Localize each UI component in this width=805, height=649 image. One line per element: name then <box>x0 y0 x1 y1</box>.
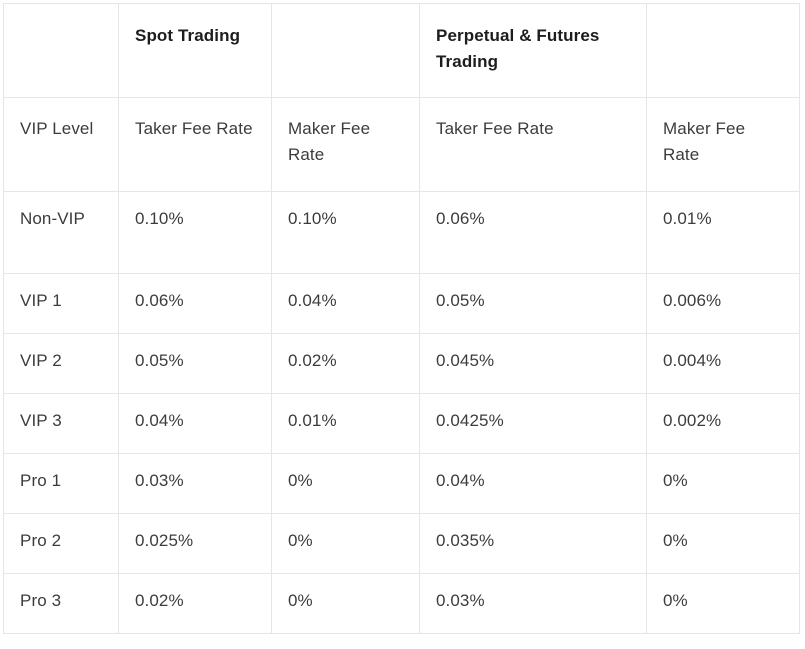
cell-vip-level: Pro 1 <box>3 453 119 514</box>
table-row: Pro 3 0.02% 0% 0.03% 0% <box>3 573 800 634</box>
column-header-spot-maker-fee-rate: Maker Fee Rate <box>271 97 420 192</box>
cell-spot-maker: 0% <box>271 513 420 574</box>
table-row: Pro 2 0.025% 0% 0.035% 0% <box>3 513 800 574</box>
trading-fee-table: Spot Trading Perpetual & Futures Trading… <box>3 3 800 634</box>
cell-perp-taker: 0.06% <box>419 191 647 274</box>
cell-vip-level: VIP 1 <box>3 273 119 334</box>
group-header-spot-trading: Spot Trading <box>118 3 272 98</box>
cell-spot-taker: 0.025% <box>118 513 272 574</box>
cell-spot-taker: 0.06% <box>118 273 272 334</box>
table-row: VIP 2 0.05% 0.02% 0.045% 0.004% <box>3 333 800 394</box>
cell-perp-maker: 0% <box>646 573 800 634</box>
fee-schedule-container: Spot Trading Perpetual & Futures Trading… <box>0 0 805 649</box>
cell-spot-taker: 0.04% <box>118 393 272 454</box>
cell-spot-maker: 0% <box>271 573 420 634</box>
cell-perp-maker: 0.01% <box>646 191 800 274</box>
table-row: VIP 3 0.04% 0.01% 0.0425% 0.002% <box>3 393 800 454</box>
cell-perp-taker: 0.03% <box>419 573 647 634</box>
column-header-perpetual-taker-fee-rate: Taker Fee Rate <box>419 97 647 192</box>
cell-perp-maker: 0% <box>646 513 800 574</box>
cell-perp-maker: 0.004% <box>646 333 800 394</box>
cell-spot-taker: 0.10% <box>118 191 272 274</box>
cell-perp-taker: 0.05% <box>419 273 647 334</box>
cell-perp-maker: 0.006% <box>646 273 800 334</box>
cell-vip-level: VIP 3 <box>3 393 119 454</box>
cell-vip-level: VIP 2 <box>3 333 119 394</box>
table-column-header-row: VIP Level Taker Fee Rate Maker Fee Rate … <box>3 97 800 192</box>
table-row: Non-VIP 0.10% 0.10% 0.06% 0.01% <box>3 191 800 274</box>
column-header-perpetual-maker-fee-rate: Maker Fee Rate <box>646 97 800 192</box>
group-header-spot-spacer <box>271 3 420 98</box>
cell-vip-level: Pro 2 <box>3 513 119 574</box>
cell-spot-maker: 0.10% <box>271 191 420 274</box>
cell-spot-taker: 0.05% <box>118 333 272 394</box>
cell-perp-taker: 0.04% <box>419 453 647 514</box>
cell-perp-maker: 0.002% <box>646 393 800 454</box>
cell-spot-maker: 0% <box>271 453 420 514</box>
cell-perp-taker: 0.0425% <box>419 393 647 454</box>
cell-spot-maker: 0.01% <box>271 393 420 454</box>
group-header-perpetual-spacer <box>646 3 800 98</box>
cell-spot-maker: 0.02% <box>271 333 420 394</box>
cell-spot-taker: 0.03% <box>118 453 272 514</box>
column-header-spot-taker-fee-rate: Taker Fee Rate <box>118 97 272 192</box>
group-header-blank-cell <box>3 3 119 98</box>
table-group-header-row: Spot Trading Perpetual & Futures Trading <box>3 3 800 98</box>
table-row: Pro 1 0.03% 0% 0.04% 0% <box>3 453 800 514</box>
cell-spot-maker: 0.04% <box>271 273 420 334</box>
cell-spot-taker: 0.02% <box>118 573 272 634</box>
cell-vip-level: Non-VIP <box>3 191 119 274</box>
cell-perp-taker: 0.035% <box>419 513 647 574</box>
cell-vip-level: Pro 3 <box>3 573 119 634</box>
cell-perp-taker: 0.045% <box>419 333 647 394</box>
cell-perp-maker: 0% <box>646 453 800 514</box>
column-header-vip-level: VIP Level <box>3 97 119 192</box>
table-row: VIP 1 0.06% 0.04% 0.05% 0.006% <box>3 273 800 334</box>
group-header-perpetual-futures-trading: Perpetual & Futures Trading <box>419 3 647 98</box>
